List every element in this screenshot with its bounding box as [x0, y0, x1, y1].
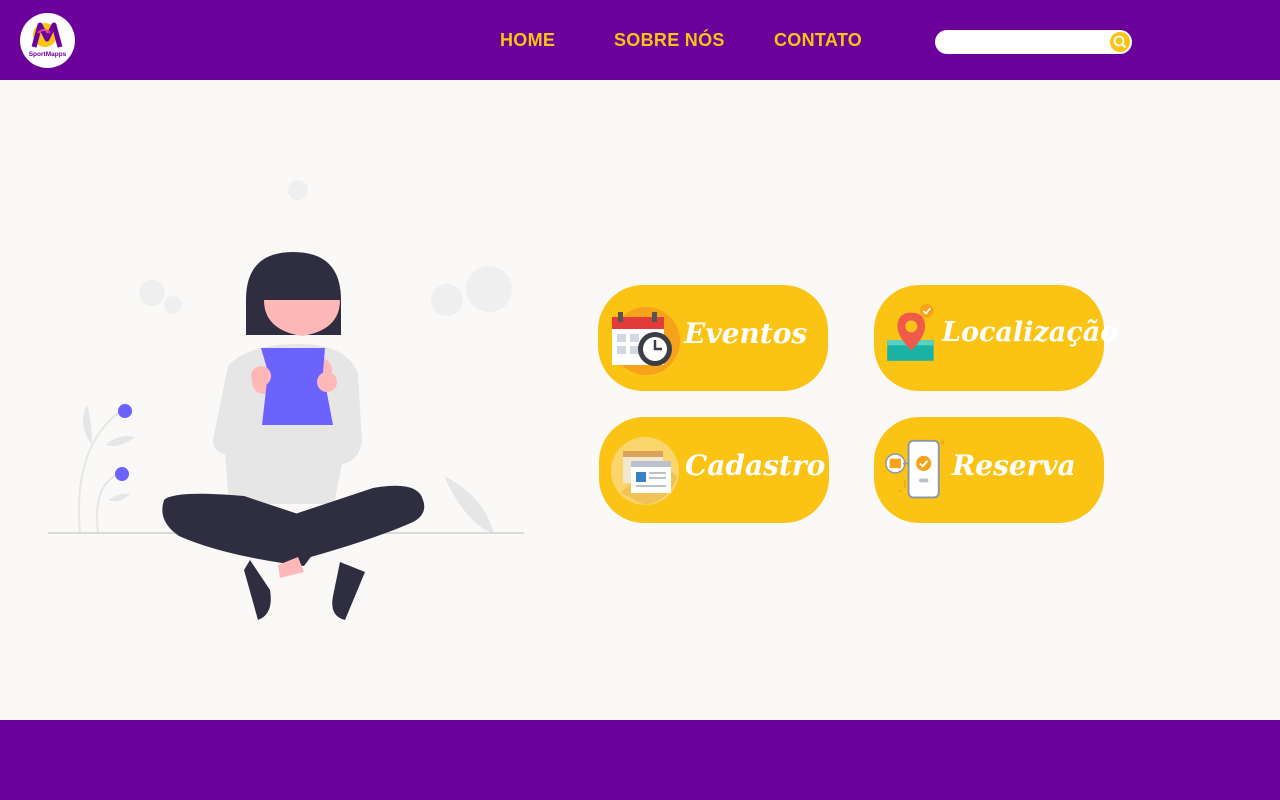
search-button[interactable] — [1110, 32, 1130, 52]
search-input[interactable] — [943, 33, 1103, 51]
nav-sobre-nos-link[interactable]: SOBRE NÓS — [614, 30, 725, 51]
phone-check-icon — [885, 439, 945, 499]
browser-form-icon — [611, 437, 679, 505]
footer — [0, 720, 1280, 800]
sportmapps-logo[interactable]: SportMapps — [20, 13, 75, 68]
reading-woman-illustration — [40, 170, 540, 630]
localizacao-label: Localização — [942, 317, 1119, 348]
nav-contato-link[interactable]: CONTATO — [774, 30, 862, 51]
eventos-card[interactable]: Eventos — [598, 285, 828, 391]
reserva-label: Reserva — [952, 449, 1076, 482]
logo-mark-icon — [31, 22, 63, 48]
localizacao-card[interactable]: Localização — [874, 285, 1118, 391]
calendar-clock-icon — [612, 307, 680, 375]
cadastro-card[interactable]: Cadastro — [599, 417, 829, 523]
logo-text: SportMapps — [28, 51, 67, 58]
nav-home-link[interactable]: HOME — [500, 30, 555, 51]
cadastro-label: Cadastro — [685, 449, 826, 482]
top-navbar: SportMapps HOME SOBRE NÓS CONTATO — [0, 0, 1280, 80]
location-pin-icon — [887, 304, 934, 361]
eventos-label: Eventos — [684, 317, 808, 350]
reserva-card[interactable]: Reserva — [874, 417, 1104, 523]
search-icon — [1113, 35, 1126, 48]
search-box — [935, 30, 1132, 54]
